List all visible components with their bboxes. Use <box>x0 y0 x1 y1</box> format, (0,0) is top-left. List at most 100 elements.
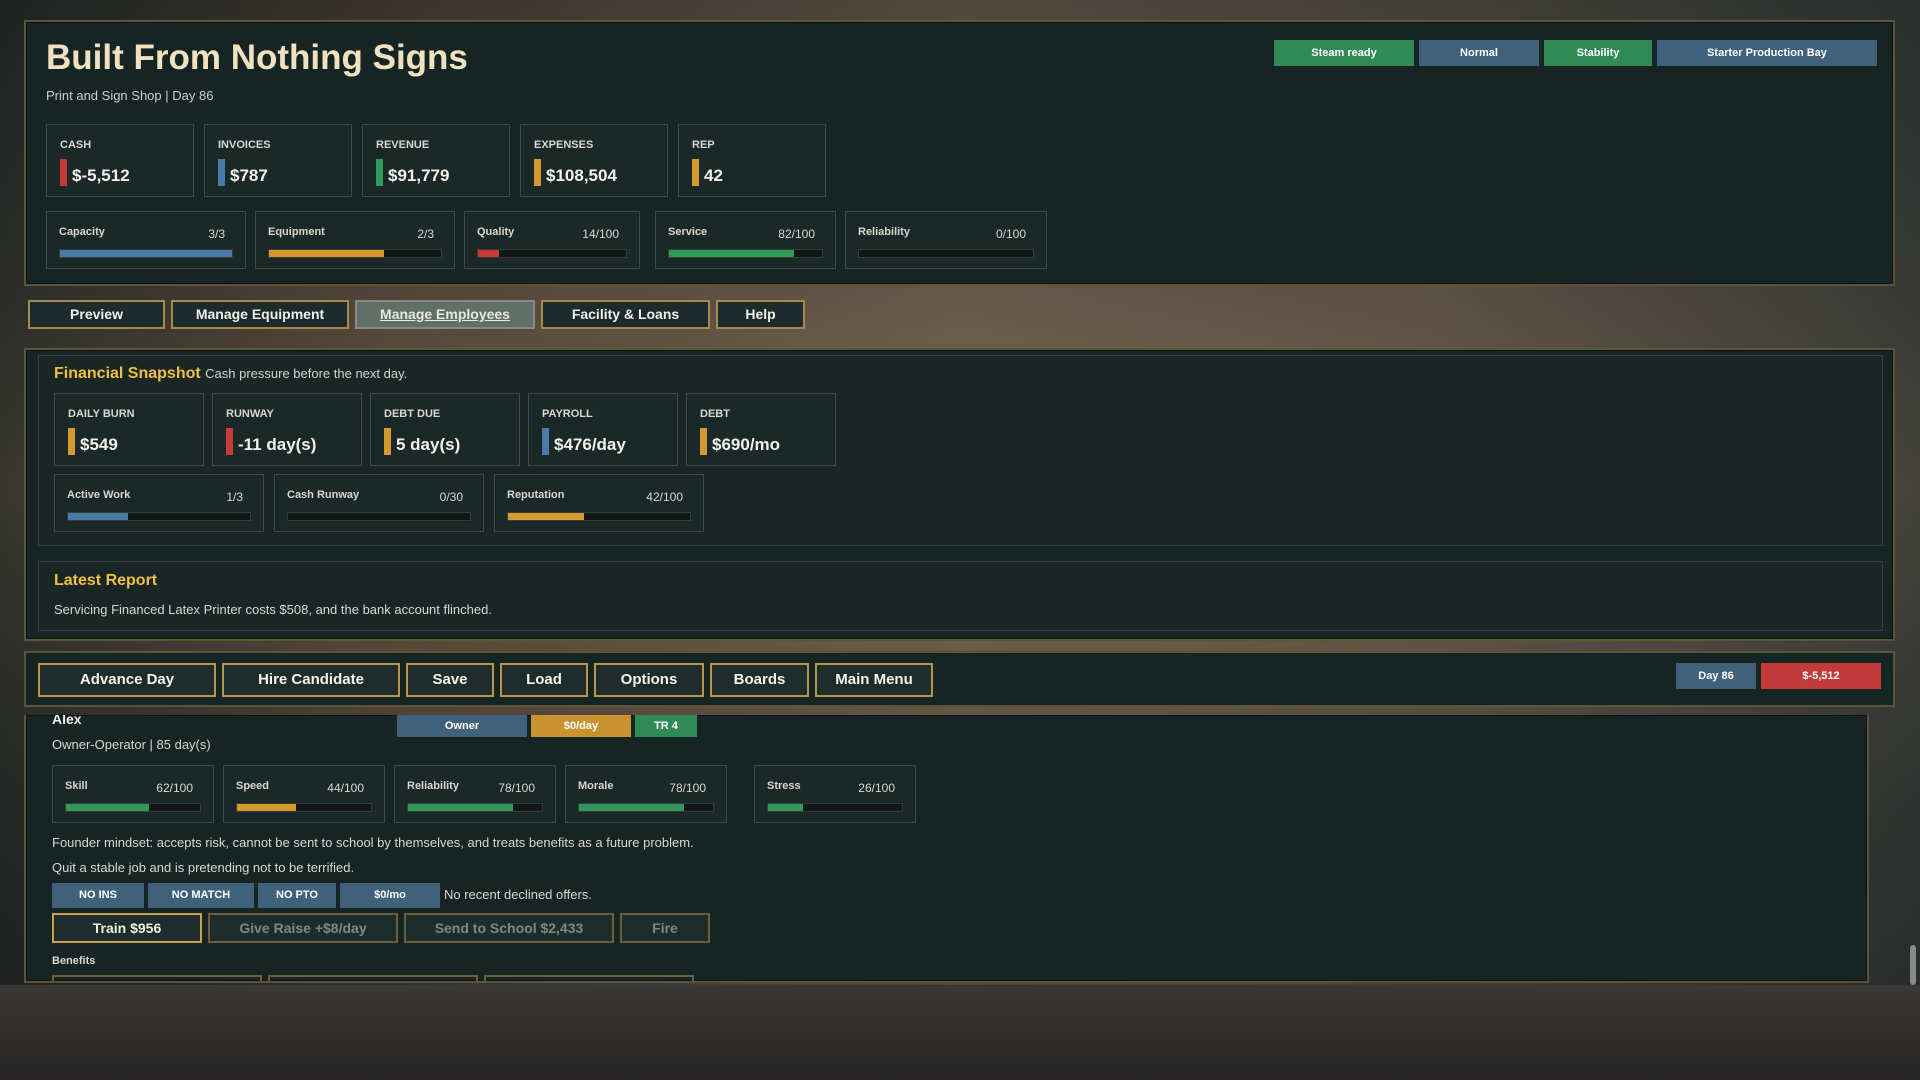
meter-value: 2/3 <box>417 227 434 241</box>
meter-label: Morale <box>578 780 614 792</box>
meter-value: 82/100 <box>778 227 815 241</box>
meter-track <box>668 249 823 258</box>
meter-fill <box>669 250 795 257</box>
benefit-chip-match: NO MATCH <box>148 883 254 908</box>
meter-label: Reliability <box>407 780 459 792</box>
stat-accent <box>384 428 391 455</box>
stat-runway: RUNWAY -11 day(s) <box>212 393 362 466</box>
stat-payroll: PAYROLL $476/day <box>528 393 678 466</box>
employee-note-mindset: Founder mindset: accepts risk, cannot be… <box>52 835 694 850</box>
meter-fill <box>66 804 150 811</box>
main-menu-button[interactable]: Main Menu <box>815 663 933 697</box>
meter-label: Reputation <box>507 489 565 501</box>
train-button[interactable]: Train $956 <box>52 913 202 943</box>
meter-track <box>65 803 201 812</box>
meter-label: Reliability <box>858 226 910 238</box>
stat-label: REP <box>692 139 715 151</box>
financial-snapshot-heading: Financial Snapshot Cash pressure before … <box>54 365 407 383</box>
stat-invoices: INVOICES $787 <box>204 124 352 197</box>
meter-fill <box>60 250 232 257</box>
meter-fill <box>408 804 513 811</box>
meter-value: 44/100 <box>327 781 364 795</box>
stat-daily-burn: DAILY BURN $549 <box>54 393 204 466</box>
tab-manage-equipment[interactable]: Manage Equipment <box>171 300 349 329</box>
meter-stress: Stress 26/100 <box>754 765 916 823</box>
meter-speed: Speed 44/100 <box>223 765 385 823</box>
company-subtitle: Print and Sign Shop | Day 86 <box>46 88 214 103</box>
benefit-option-button[interactable] <box>268 975 478 981</box>
hire-candidate-button[interactable]: Hire Candidate <box>222 663 400 697</box>
meter-label: Stress <box>767 780 801 792</box>
meter-track <box>287 512 471 521</box>
latest-report-text: Servicing Financed Latex Printer costs $… <box>54 602 492 617</box>
meter-track <box>59 249 233 258</box>
meter-value: 0/100 <box>995 227 1026 241</box>
send-to-school-button[interactable]: Send to School $2,433 <box>404 913 614 943</box>
meter-label: Speed <box>236 780 270 792</box>
options-button[interactable]: Options <box>594 663 704 697</box>
employee-note-backstory: Quit a stable job and is pretending not … <box>52 860 355 875</box>
stat-accent <box>542 428 549 455</box>
stat-accent <box>60 159 67 186</box>
tab-facility-loans[interactable]: Facility & Loans <box>541 300 710 329</box>
meter-skill: Skill 62/100 <box>52 765 214 823</box>
tab-preview[interactable]: Preview <box>28 300 165 329</box>
stat-accent <box>700 428 707 455</box>
latest-report-section: Latest Report Servicing Financed Latex P… <box>38 561 1883 631</box>
stat-label: DAILY BURN <box>68 408 135 420</box>
stat-accent <box>692 159 699 186</box>
tab-help[interactable]: Help <box>716 300 805 329</box>
meter-track <box>578 803 714 812</box>
company-overview-panel: Built From Nothing Signs Print and Sign … <box>24 20 1895 286</box>
stat-label: DEBT DUE <box>384 408 441 420</box>
advance-day-button[interactable]: Advance Day <box>38 663 216 697</box>
employee-panel: Alex Owner $0/day TR 4 Owner-Operator | … <box>24 715 1869 983</box>
meter-capacity: Capacity 3/3 <box>46 211 246 269</box>
stat-label: INVOICES <box>218 139 271 151</box>
benefit-chip-pto: NO PTO <box>258 883 336 908</box>
benefit-option-button[interactable] <box>52 975 262 981</box>
tag-steam-ready: Steam ready <box>1274 40 1414 66</box>
boards-button[interactable]: Boards <box>710 663 809 697</box>
meter-reputation: Reputation 42/100 <box>494 474 704 532</box>
meter-track <box>767 803 903 812</box>
meter-track <box>236 803 372 812</box>
stat-value: $-5,512 <box>72 166 130 185</box>
declined-offers-text: No recent declined offers. <box>444 887 592 902</box>
employee-role: Owner-Operator | 85 day(s) <box>52 737 211 752</box>
meter-track <box>407 803 543 812</box>
meter-employee-reliability: Reliability 78/100 <box>394 765 556 823</box>
meter-fill <box>508 513 585 520</box>
load-button[interactable]: Load <box>500 663 588 697</box>
meter-label: Skill <box>65 780 88 792</box>
meter-value: 26/100 <box>858 781 895 795</box>
meter-reliability: Reliability 0/100 <box>845 211 1047 269</box>
cash-badge: $-5,512 <box>1761 663 1881 689</box>
stat-expenses: EXPENSES $108,504 <box>520 124 668 197</box>
meter-quality: Quality 14/100 <box>464 211 640 269</box>
fire-button[interactable]: Fire <box>620 913 710 943</box>
meter-fill <box>478 250 499 257</box>
stat-label: DEBT <box>700 408 730 420</box>
stat-debt: DEBT $690/mo <box>686 393 836 466</box>
benefit-chip-cost: $0/mo <box>340 883 440 908</box>
action-bar: Advance Day Hire Candidate Save Load Opt… <box>24 651 1895 707</box>
stat-debt-due: DEBT DUE 5 day(s) <box>370 393 520 466</box>
employee-panel-scrollbar[interactable] <box>1910 945 1916 985</box>
stat-label: RUNWAY <box>226 408 274 420</box>
stat-accent <box>218 159 225 186</box>
meter-fill <box>237 804 296 811</box>
meter-value: 42/100 <box>646 490 683 504</box>
save-button[interactable]: Save <box>406 663 494 697</box>
tab-manage-employees[interactable]: Manage Employees <box>355 300 535 329</box>
stat-accent <box>68 428 75 455</box>
meter-value: 78/100 <box>498 781 535 795</box>
financial-snapshot-title: Financial Snapshot <box>54 365 201 382</box>
background-floor <box>0 985 1920 1080</box>
employee-wage-badge: $0/day <box>531 715 631 737</box>
give-raise-button[interactable]: Give Raise +$8/day <box>208 913 398 943</box>
stat-accent <box>226 428 233 455</box>
financial-snapshot-subtitle: Cash pressure before the next day. <box>205 366 408 381</box>
benefit-option-button[interactable] <box>484 975 694 981</box>
meter-value: 14/100 <box>582 227 619 241</box>
